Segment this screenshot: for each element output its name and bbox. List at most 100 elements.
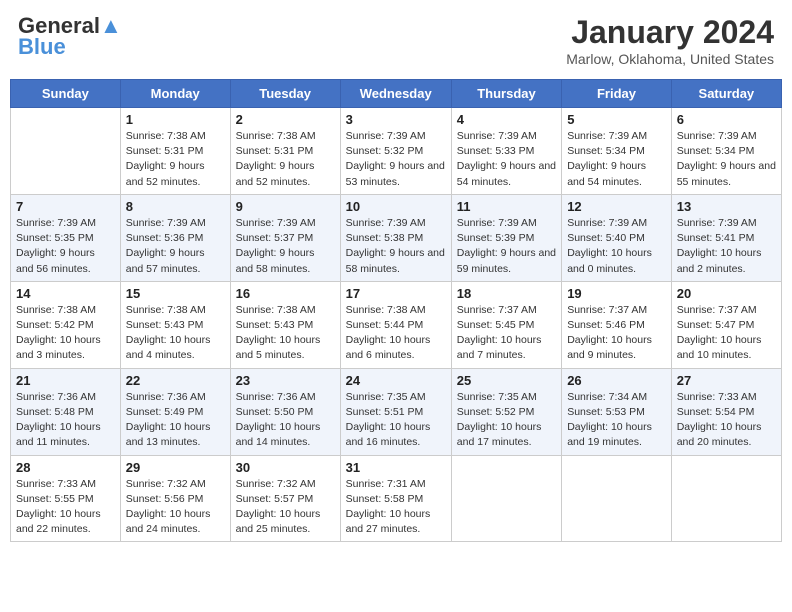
day-info: Sunrise: 7:38 AM Sunset: 5:43 PM Dayligh…: [126, 303, 225, 364]
calendar-cell: 28 Sunrise: 7:33 AM Sunset: 5:55 PM Dayli…: [11, 455, 121, 542]
calendar-cell: 23 Sunrise: 7:36 AM Sunset: 5:50 PM Dayli…: [230, 368, 340, 455]
calendar-cell: 2 Sunrise: 7:38 AM Sunset: 5:31 PM Daylig…: [230, 108, 340, 195]
calendar-cell: 20Sunrise: 7:37 AM Sunset: 5:47 PM Dayli…: [671, 281, 781, 368]
day-number: 31: [346, 460, 446, 475]
calendar-cell: 12 Sunrise: 7:39 AM Sunset: 5:40 PM Dayli…: [562, 194, 672, 281]
calendar-cell: 18 Sunrise: 7:37 AM Sunset: 5:45 PM Dayli…: [451, 281, 561, 368]
calendar-cell: 30Sunrise: 7:32 AM Sunset: 5:57 PM Dayli…: [230, 455, 340, 542]
calendar-table: Sunday Monday Tuesday Wednesday Thursday…: [10, 79, 782, 542]
day-number: 9: [236, 199, 335, 214]
calendar-cell: 7 Sunrise: 7:39 AM Sunset: 5:35 PM Daylig…: [11, 194, 121, 281]
calendar-cell: 9 Sunrise: 7:39 AM Sunset: 5:37 PM Daylig…: [230, 194, 340, 281]
calendar-cell: 31 Sunrise: 7:31 AM Sunset: 5:58 PM Dayli…: [340, 455, 451, 542]
calendar-cell: 17 Sunrise: 7:38 AM Sunset: 5:44 PM Dayli…: [340, 281, 451, 368]
calendar-cell: 1 Sunrise: 7:38 AM Sunset: 5:31 PM Daylig…: [120, 108, 230, 195]
day-number: 17: [346, 286, 446, 301]
day-info: Sunrise: 7:39 AM Sunset: 5:38 PM Dayligh…: [346, 216, 446, 277]
day-number: 11: [457, 199, 556, 214]
week-row-4: 21 Sunrise: 7:36 AM Sunset: 5:48 PM Dayli…: [11, 368, 782, 455]
day-number: 7: [16, 199, 115, 214]
day-info: Sunrise: 7:39 AM Sunset: 5:33 PM Dayligh…: [457, 129, 556, 190]
day-info: Sunrise: 7:38 AM Sunset: 5:43 PM Dayligh…: [236, 303, 335, 364]
calendar-cell: 29 Sunrise: 7:32 AM Sunset: 5:56 PM Dayli…: [120, 455, 230, 542]
day-number: 25: [457, 373, 556, 388]
day-number: 10: [346, 199, 446, 214]
calendar-cell: 22 Sunrise: 7:36 AM Sunset: 5:49 PM Dayli…: [120, 368, 230, 455]
day-info: Sunrise: 7:39 AM Sunset: 5:39 PM Dayligh…: [457, 216, 556, 277]
day-number: 12: [567, 199, 666, 214]
week-row-1: 1 Sunrise: 7:38 AM Sunset: 5:31 PM Daylig…: [11, 108, 782, 195]
location: Marlow, Oklahoma, United States: [566, 51, 774, 67]
day-info: Sunrise: 7:38 AM Sunset: 5:31 PM Dayligh…: [236, 129, 335, 190]
day-info: Sunrise: 7:39 AM Sunset: 5:34 PM Dayligh…: [567, 129, 666, 190]
day-info: Sunrise: 7:32 AM Sunset: 5:56 PM Dayligh…: [126, 477, 225, 538]
calendar-cell: [562, 455, 672, 542]
day-number: 3: [346, 112, 446, 127]
col-saturday: Saturday: [671, 80, 781, 108]
calendar-cell: [451, 455, 561, 542]
day-number: 26: [567, 373, 666, 388]
logo: General▲ Blue: [18, 14, 122, 60]
day-info: Sunrise: 7:37 AM Sunset: 5:46 PM Dayligh…: [567, 303, 666, 364]
day-number: 18: [457, 286, 556, 301]
day-number: 4: [457, 112, 556, 127]
day-info: Sunrise: 7:35 AM Sunset: 5:51 PM Dayligh…: [346, 390, 446, 451]
calendar-cell: 19 Sunrise: 7:37 AM Sunset: 5:46 PM Dayli…: [562, 281, 672, 368]
day-info: Sunrise: 7:36 AM Sunset: 5:48 PM Dayligh…: [16, 390, 115, 451]
calendar-cell: 16Sunrise: 7:38 AM Sunset: 5:43 PM Dayli…: [230, 281, 340, 368]
calendar-cell: [11, 108, 121, 195]
calendar-cell: 8Sunrise: 7:39 AM Sunset: 5:36 PM Daylig…: [120, 194, 230, 281]
calendar-cell: 13Sunrise: 7:39 AM Sunset: 5:41 PM Dayli…: [671, 194, 781, 281]
day-number: 22: [126, 373, 225, 388]
day-info: Sunrise: 7:38 AM Sunset: 5:31 PM Dayligh…: [126, 129, 225, 190]
calendar-cell: 3 Sunrise: 7:39 AM Sunset: 5:32 PM Daylig…: [340, 108, 451, 195]
day-number: 28: [16, 460, 115, 475]
day-number: 21: [16, 373, 115, 388]
col-monday: Monday: [120, 80, 230, 108]
calendar-cell: 24Sunrise: 7:35 AM Sunset: 5:51 PM Dayli…: [340, 368, 451, 455]
week-row-2: 7 Sunrise: 7:39 AM Sunset: 5:35 PM Daylig…: [11, 194, 782, 281]
week-row-3: 14 Sunrise: 7:38 AM Sunset: 5:42 PM Dayli…: [11, 281, 782, 368]
day-info: Sunrise: 7:37 AM Sunset: 5:47 PM Dayligh…: [677, 303, 776, 364]
calendar-cell: [671, 455, 781, 542]
day-number: 14: [16, 286, 115, 301]
col-sunday: Sunday: [11, 80, 121, 108]
day-number: 1: [126, 112, 225, 127]
calendar-header-row: Sunday Monday Tuesday Wednesday Thursday…: [11, 80, 782, 108]
day-number: 6: [677, 112, 776, 127]
day-info: Sunrise: 7:37 AM Sunset: 5:45 PM Dayligh…: [457, 303, 556, 364]
day-number: 27: [677, 373, 776, 388]
day-number: 29: [126, 460, 225, 475]
day-number: 13: [677, 199, 776, 214]
day-info: Sunrise: 7:36 AM Sunset: 5:50 PM Dayligh…: [236, 390, 335, 451]
day-info: Sunrise: 7:39 AM Sunset: 5:34 PM Dayligh…: [677, 129, 776, 190]
day-info: Sunrise: 7:39 AM Sunset: 5:35 PM Dayligh…: [16, 216, 115, 277]
calendar-cell: 27 Sunrise: 7:33 AM Sunset: 5:54 PM Dayli…: [671, 368, 781, 455]
day-number: 23: [236, 373, 335, 388]
calendar-cell: 26 Sunrise: 7:34 AM Sunset: 5:53 PM Dayli…: [562, 368, 672, 455]
day-info: Sunrise: 7:38 AM Sunset: 5:44 PM Dayligh…: [346, 303, 446, 364]
month-title: January 2024: [566, 14, 774, 51]
calendar-cell: 11 Sunrise: 7:39 AM Sunset: 5:39 PM Dayli…: [451, 194, 561, 281]
day-info: Sunrise: 7:39 AM Sunset: 5:40 PM Dayligh…: [567, 216, 666, 277]
calendar-cell: 10 Sunrise: 7:39 AM Sunset: 5:38 PM Dayli…: [340, 194, 451, 281]
day-info: Sunrise: 7:36 AM Sunset: 5:49 PM Dayligh…: [126, 390, 225, 451]
day-number: 15: [126, 286, 225, 301]
col-friday: Friday: [562, 80, 672, 108]
day-info: Sunrise: 7:35 AM Sunset: 5:52 PM Dayligh…: [457, 390, 556, 451]
day-info: Sunrise: 7:31 AM Sunset: 5:58 PM Dayligh…: [346, 477, 446, 538]
day-info: Sunrise: 7:33 AM Sunset: 5:55 PM Dayligh…: [16, 477, 115, 538]
calendar-cell: 4 Sunrise: 7:39 AM Sunset: 5:33 PM Daylig…: [451, 108, 561, 195]
day-number: 8: [126, 199, 225, 214]
day-info: Sunrise: 7:39 AM Sunset: 5:37 PM Dayligh…: [236, 216, 335, 277]
week-row-5: 28 Sunrise: 7:33 AM Sunset: 5:55 PM Dayli…: [11, 455, 782, 542]
day-info: Sunrise: 7:34 AM Sunset: 5:53 PM Dayligh…: [567, 390, 666, 451]
calendar-cell: 14 Sunrise: 7:38 AM Sunset: 5:42 PM Dayli…: [11, 281, 121, 368]
day-number: 2: [236, 112, 335, 127]
day-info: Sunrise: 7:33 AM Sunset: 5:54 PM Dayligh…: [677, 390, 776, 451]
day-info: Sunrise: 7:39 AM Sunset: 5:32 PM Dayligh…: [346, 129, 446, 190]
day-info: Sunrise: 7:38 AM Sunset: 5:42 PM Dayligh…: [16, 303, 115, 364]
day-number: 19: [567, 286, 666, 301]
col-thursday: Thursday: [451, 80, 561, 108]
calendar-cell: 5Sunrise: 7:39 AM Sunset: 5:34 PM Daylig…: [562, 108, 672, 195]
